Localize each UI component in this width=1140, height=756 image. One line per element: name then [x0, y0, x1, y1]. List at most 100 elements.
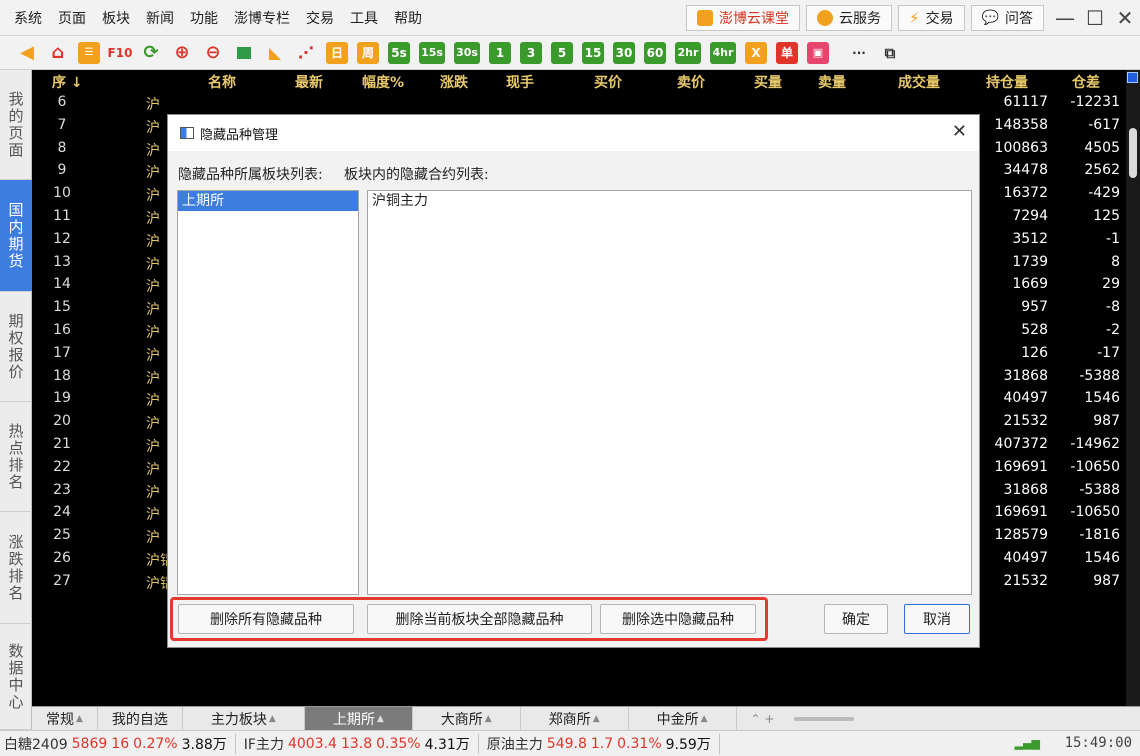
btab-dce[interactable]: 大商所 ▲ — [413, 706, 521, 731]
side-tab-label: 数据中心 — [6, 642, 25, 711]
ticker-if[interactable]: IF主力 4003.4 13.8 0.35% 4.31万 — [244, 733, 479, 754]
col-header-hold[interactable]: 持仓量 — [986, 72, 1028, 92]
ok-button[interactable]: 确定 — [824, 604, 888, 634]
period-30m-button[interactable]: 30 — [613, 41, 635, 64]
period-3m-button[interactable]: 3 — [520, 41, 542, 64]
side-tab-data-center[interactable]: 数据中心 — [0, 624, 32, 730]
period-1m-button[interactable]: 1 — [489, 41, 511, 64]
col-header-total[interactable]: 成交量 — [898, 72, 940, 92]
x-button[interactable]: X — [745, 41, 767, 64]
contract-list-item[interactable]: 沪铜主力 — [368, 191, 971, 211]
ticker-change: 16 — [111, 735, 130, 752]
period-15m-button[interactable]: 15 — [582, 41, 604, 64]
period-5s-button[interactable]: 5s — [388, 41, 410, 64]
period-15s-button[interactable]: 15s — [419, 41, 445, 64]
zoom-in-icon[interactable]: ⊕ — [171, 42, 193, 64]
menu-news[interactable]: 新闻 — [138, 8, 182, 28]
refresh-icon[interactable]: ⟳ — [140, 42, 162, 64]
notes-icon[interactable]: ☰ — [78, 41, 100, 64]
cell-no: 22 — [53, 458, 71, 475]
minimize-button[interactable]: — — [1050, 0, 1080, 36]
menu-system[interactable]: 系统 — [6, 8, 50, 28]
scroll-thumb[interactable] — [1129, 128, 1137, 178]
chart-block-icon[interactable] — [233, 42, 255, 64]
col-header-bid[interactable]: 买价 — [594, 72, 622, 92]
col-header-name[interactable]: 名称 — [208, 72, 236, 92]
qa-button[interactable]: 💬 问答 — [970, 5, 1044, 31]
trend-chart-icon[interactable]: ⋰ — [295, 42, 317, 64]
draw-icon[interactable]: ◣ — [264, 42, 286, 64]
col-header-last[interactable]: 最新 — [295, 72, 323, 92]
menu-trade[interactable]: 交易 — [298, 8, 342, 28]
side-tab-my-pages[interactable]: 我的页面 — [0, 70, 32, 180]
btab-main-board[interactable]: 主力板块 ▲ — [183, 706, 305, 731]
day-period-button[interactable]: 日 — [326, 41, 348, 64]
board-list[interactable]: 上期所 — [177, 190, 359, 595]
btab-watchlist[interactable]: 我的自选 — [98, 706, 183, 731]
cell-oi-change: -12231 — [1070, 94, 1120, 110]
period-60m-button[interactable]: 60 — [644, 41, 666, 64]
side-tab-change-ranking[interactable]: 涨跌排名 — [0, 512, 32, 624]
cell-oi-change: -17 — [1097, 344, 1120, 361]
col-header-pct[interactable]: 幅度% — [362, 72, 404, 92]
back-arrow-icon[interactable]: ◀ — [16, 42, 38, 64]
layout-icon[interactable]: ⧉ — [879, 42, 901, 64]
menu-page[interactable]: 页面 — [50, 8, 94, 28]
trade-button[interactable]: ⚡ 交易 — [898, 5, 965, 31]
cancel-button[interactable]: 取消 — [904, 604, 970, 634]
col-header-bq[interactable]: 买量 — [754, 72, 782, 92]
cell-name: 沪 — [146, 507, 160, 524]
side-tab-options[interactable]: 期权报价 — [0, 292, 32, 402]
col-header-no[interactable]: 序 ↓ — [52, 72, 83, 92]
home-icon[interactable]: ⌂ — [47, 42, 69, 64]
vertical-scrollbar[interactable] — [1126, 70, 1140, 706]
cell-name: 沪 — [146, 279, 160, 296]
close-icon[interactable]: ✕ — [952, 121, 967, 142]
week-period-button[interactable]: 周 — [357, 41, 379, 64]
ticker-sugar[interactable]: 白糖2409 5869 16 0.27% 3.88万 — [4, 733, 236, 754]
btab-cffex[interactable]: 中金所 ▲ — [629, 706, 737, 731]
period-4hr-button[interactable]: 4hr — [710, 41, 736, 64]
ketang-button[interactable]: 澎博云课堂 — [686, 5, 801, 31]
col-header-aq[interactable]: 卖量 — [818, 72, 846, 92]
menu-column[interactable]: 澎博专栏 — [226, 8, 298, 28]
tab-scroll-thumb[interactable] — [794, 716, 855, 721]
period-30s-button[interactable]: 30s — [454, 41, 480, 64]
menu-function[interactable]: 功能 — [182, 8, 226, 28]
delete-all-button[interactable]: 删除所有隐藏品种 — [178, 604, 354, 634]
col-header-chg[interactable]: 涨跌 — [440, 72, 468, 92]
delete-board-button[interactable]: 删除当前板块全部隐藏品种 — [367, 604, 592, 634]
cell-no: 25 — [53, 527, 71, 544]
cloud-service-button[interactable]: 云服务 — [806, 5, 893, 31]
period-2hr-button[interactable]: 2hr — [675, 41, 701, 64]
cell-name: 沪 — [146, 188, 160, 205]
close-window-button[interactable]: ✕ — [1110, 0, 1140, 36]
menu-help[interactable]: 帮助 — [386, 8, 430, 28]
corner-settings-icon[interactable] — [1127, 72, 1138, 83]
ticker-crude[interactable]: 原油主力 549.8 1.7 0.31% 9.59万 — [487, 733, 720, 754]
lightning-icon: ⚡ — [909, 9, 920, 27]
col-header-vol[interactable]: 现手 — [506, 72, 534, 92]
col-header-ask[interactable]: 卖价 — [677, 72, 705, 92]
btab-czce[interactable]: 郑商所 ▲ — [521, 706, 629, 731]
period-5m-button[interactable]: 5 — [551, 41, 573, 64]
btab-normal[interactable]: 常规 ▲ — [32, 706, 98, 731]
zoom-out-icon[interactable]: ⊖ — [202, 42, 224, 64]
delete-selected-button[interactable]: 删除选中隐藏品种 — [600, 604, 756, 634]
contract-list[interactable]: 沪铜主力 — [367, 190, 972, 595]
picture-icon[interactable]: ▣ — [807, 41, 829, 64]
add-tab-button[interactable]: ⌃ + — [737, 707, 789, 731]
menu-tools[interactable]: 工具 — [342, 8, 386, 28]
table-row[interactable]: 6 沪 61117 -12231 — [32, 92, 1126, 115]
col-header-diff[interactable]: 仓差 — [1072, 72, 1100, 92]
maximize-button[interactable]: ☐ — [1080, 0, 1110, 36]
single-order-button[interactable]: 单 — [776, 41, 798, 64]
more-button[interactable]: ··· — [848, 42, 870, 64]
side-tab-hot-ranking[interactable]: 热点排名 — [0, 402, 32, 512]
menu-board[interactable]: 板块 — [94, 8, 138, 28]
side-tab-domestic-futures[interactable]: 国内期货 — [0, 180, 32, 292]
btab-label: 中金所 — [656, 711, 699, 728]
btab-shfe[interactable]: 上期所 ▲ — [304, 706, 413, 731]
f10-button[interactable]: F10 — [108, 42, 133, 64]
board-list-item[interactable]: 上期所 — [178, 191, 358, 211]
